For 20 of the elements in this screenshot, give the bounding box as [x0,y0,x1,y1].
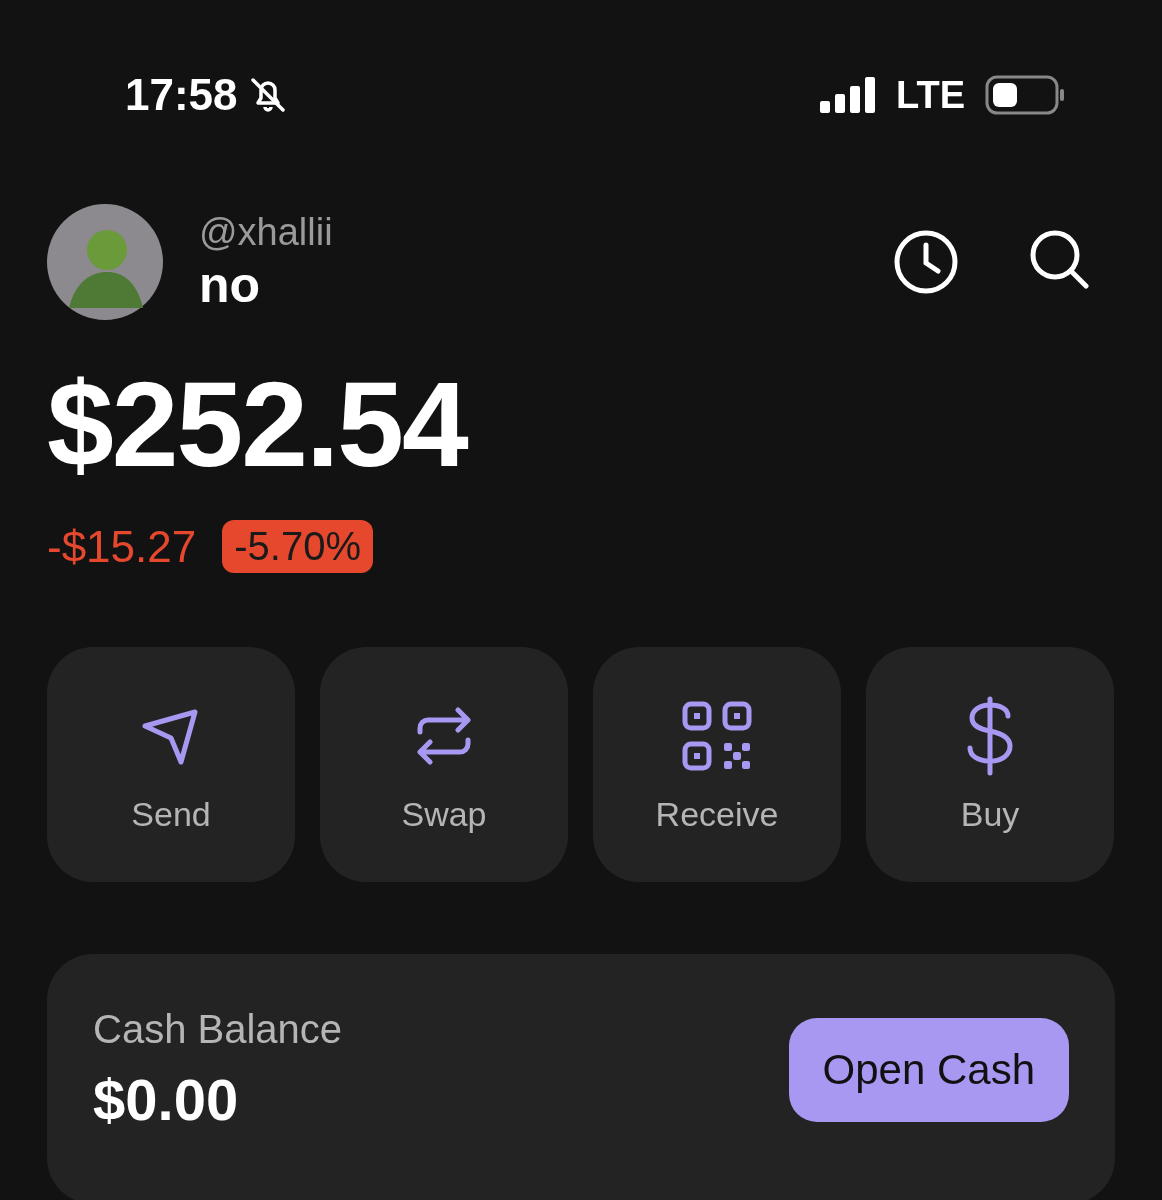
change-percent: -5.70% [222,520,373,573]
action-button[interactable]: Receive [593,647,841,882]
change-amount: -$15.27 [47,521,197,572]
avatar[interactable] [47,204,163,320]
search-icon[interactable] [1029,229,1089,289]
cash-label: Cash Balance [93,1007,344,1052]
balance-amount: $252.54 [47,364,469,484]
action-button[interactable]: Swap [320,647,568,882]
qr-code-icon [682,701,752,771]
clock-icon[interactable] [893,229,959,295]
battery-icon [985,75,1065,115]
action-button[interactable]: Send [47,647,295,882]
network-label: LTE [896,73,965,117]
open-cash-button[interactable]: Open Cash [788,1018,1069,1122]
action-button[interactable]: Buy [866,647,1114,882]
cash-amount: $0.00 [93,1066,240,1133]
username: @xhallii [199,210,334,254]
display-name: no [199,255,262,314]
signal-icon [820,77,877,113]
status-time: 17:58 [125,70,238,120]
